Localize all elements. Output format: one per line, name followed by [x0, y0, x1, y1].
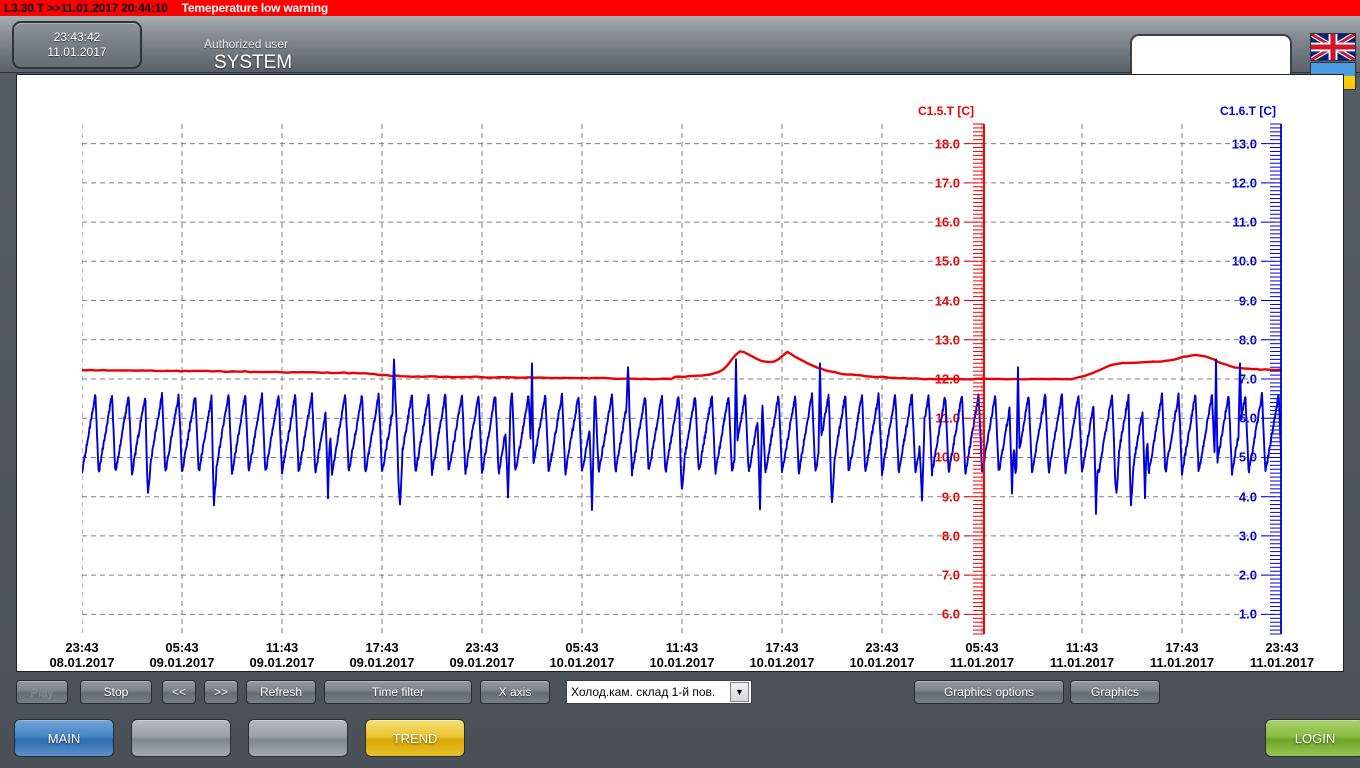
x-axis-button[interactable]: X axis [480, 680, 550, 704]
clock-time: 23:43:42 [53, 30, 101, 44]
trend-plot-svg [82, 124, 1282, 634]
clock-date: 11.01.2017 [47, 45, 107, 59]
x-tick-date: 11.01.2017 [1049, 655, 1115, 670]
x-tick-time: 05:43 [165, 640, 199, 655]
x-tick-time: 17:43 [365, 640, 399, 655]
x-tick-time: 23:43 [1265, 640, 1299, 655]
prev-button[interactable]: << [162, 680, 196, 704]
header-bar: 23:43:42 11.01.2017 Authorized user SYST… [0, 16, 1360, 90]
trend-chart-panel[interactable]: C1.5.T [C] C1.6.T [C] 18.0 17.0 16.0 15.0 14… [16, 74, 1344, 672]
x-tick-label: 23:43 10.01.2017 [834, 640, 930, 670]
scada-trend-screen: L3.30.T >>11.01.2017 20:44:10 Temeperatu… [0, 0, 1360, 768]
x-tick-date: 10.01.2017 [549, 655, 615, 670]
x-tick-label: 05:43 11.01.2017 [934, 640, 1030, 670]
x-tick-time: 05:43 [565, 640, 599, 655]
object-select-value: Холод.кам. склад 1-й пов. [571, 685, 716, 699]
clock-box: 23:43:42 11.01.2017 [12, 21, 142, 69]
x-tick-time: 17:43 [765, 640, 799, 655]
x-tick-date: 10.01.2017 [749, 655, 815, 670]
next-button[interactable]: >> [204, 680, 238, 704]
x-tick-date: 09.01.2017 [449, 655, 515, 670]
x-tick-label: 17:43 09.01.2017 [334, 640, 430, 670]
plot-area[interactable] [82, 124, 1282, 634]
x-tick-date: 09.01.2017 [249, 655, 315, 670]
flag-uk-icon[interactable] [1310, 33, 1356, 61]
x-tick-time: 23:43 [465, 640, 499, 655]
play-button[interactable]: Play [16, 680, 68, 704]
x-tick-time: 23:43 [65, 640, 99, 655]
x-tick-time: 17:43 [1165, 640, 1199, 655]
x-tick-date: 11.01.2017 [1249, 655, 1315, 670]
x-tick-label: 17:43 10.01.2017 [734, 640, 830, 670]
user-name: SYSTEM [214, 52, 293, 73]
x-tick-label: 11:43 10.01.2017 [634, 640, 730, 670]
right-axis-title: C1.6.T [C] [1220, 104, 1277, 118]
refresh-button[interactable]: Refresh [246, 680, 316, 704]
left-axis-title: C1.5.T [C] [918, 104, 975, 118]
x-tick-label: 17:43 11.01.2017 [1134, 640, 1230, 670]
login-button[interactable]: LOGIN [1265, 719, 1360, 757]
chart-toolbar: Play Stop << >> Refresh Time filter X ax… [0, 676, 1360, 709]
alarm-message: Temeperature low warning [181, 1, 329, 15]
object-select[interactable]: Холод.кам. склад 1-й пов. ▼ [566, 680, 752, 704]
x-tick-label: 11:43 11.01.2017 [1034, 640, 1130, 670]
alarm-tag: L3.30.T >>11.01.2017 20:44:10 [4, 1, 168, 15]
nav-main-button[interactable]: MAIN [14, 719, 114, 757]
nav-trend-button[interactable]: TREND [365, 719, 465, 757]
x-tick-time: 11:43 [665, 640, 699, 655]
x-tick-date: 10.01.2017 [849, 655, 915, 670]
stop-button[interactable]: Stop [80, 680, 152, 704]
x-tick-label: 11:43 09.01.2017 [234, 640, 330, 670]
x-tick-time: 23:43 [865, 640, 899, 655]
x-tick-date: 11.01.2017 [1149, 655, 1215, 670]
x-tick-date: 09.01.2017 [149, 655, 215, 670]
graphics-options-button[interactable]: Graphics options [914, 680, 1064, 704]
x-tick-label: 23:43 11.01.2017 [1234, 640, 1330, 670]
graphics-button[interactable]: Graphics [1070, 680, 1160, 704]
x-tick-time: 11:43 [1065, 640, 1099, 655]
alarm-banner[interactable]: L3.30.T >>11.01.2017 20:44:10 Temeperatu… [0, 0, 1360, 16]
x-tick-date: 11.01.2017 [949, 655, 1015, 670]
x-tick-time: 11:43 [265, 640, 299, 655]
chevron-down-icon[interactable]: ▼ [730, 682, 749, 702]
x-tick-label: 23:43 09.01.2017 [434, 640, 530, 670]
x-tick-label: 05:43 09.01.2017 [134, 640, 230, 670]
x-tick-date: 08.01.2017 [49, 655, 115, 670]
x-tick-time: 05:43 [965, 640, 999, 655]
bottom-navbar: MAIN TREND LOGIN [0, 709, 1360, 768]
x-tick-label: 23:43 08.01.2017 [34, 640, 130, 670]
x-tick-label: 05:43 10.01.2017 [534, 640, 630, 670]
time-filter-button[interactable]: Time filter [324, 680, 472, 704]
nav-blank2-button[interactable] [248, 719, 348, 757]
x-tick-date: 09.01.2017 [349, 655, 415, 670]
user-caption: Authorized user [204, 37, 289, 51]
nav-blank1-button[interactable] [131, 719, 231, 757]
x-tick-date: 10.01.2017 [649, 655, 715, 670]
user-block: Authorized user SYSTEM [188, 38, 488, 75]
